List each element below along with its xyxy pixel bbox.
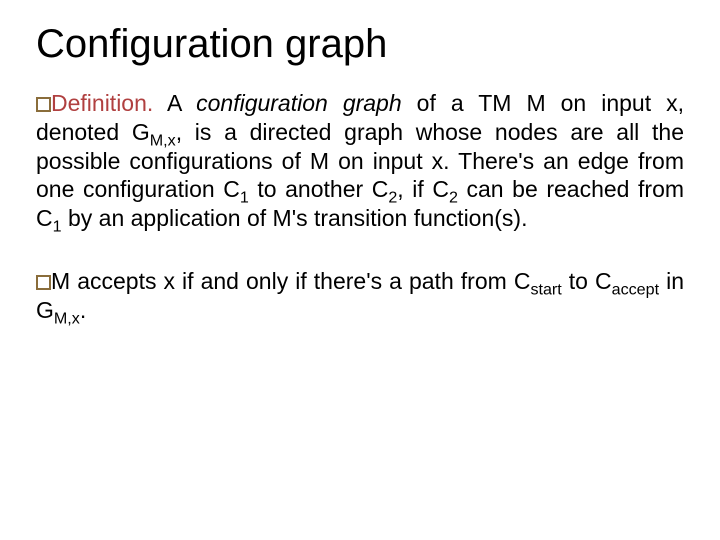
bullet-box-icon [36,97,51,112]
p2-text-d: . [80,297,86,323]
p2-text-a: M accepts x if and only if there's a pat… [51,268,530,294]
sub-start: start [530,280,561,298]
p1-text-a: A [153,90,196,116]
sub-accept: accept [612,280,659,298]
sub-1b: 1 [53,218,62,236]
definition-paragraph: Definition. A configuration graph of a T… [36,89,684,233]
p1-text-g: by an application of M's transition func… [62,205,528,231]
bullet-box-icon [36,275,51,290]
config-graph-phrase: configuration graph [196,90,402,116]
acceptance-paragraph: M accepts x if and only if there's a pat… [36,267,684,325]
sub-mx-2: M,x [54,309,80,327]
p1-text-d: to another C [249,176,389,202]
slide-title: Configuration graph [36,22,684,67]
definition-label: Definition. [51,90,153,116]
p1-text-e: , if C [397,176,449,202]
p2-text-b: to C [562,268,612,294]
